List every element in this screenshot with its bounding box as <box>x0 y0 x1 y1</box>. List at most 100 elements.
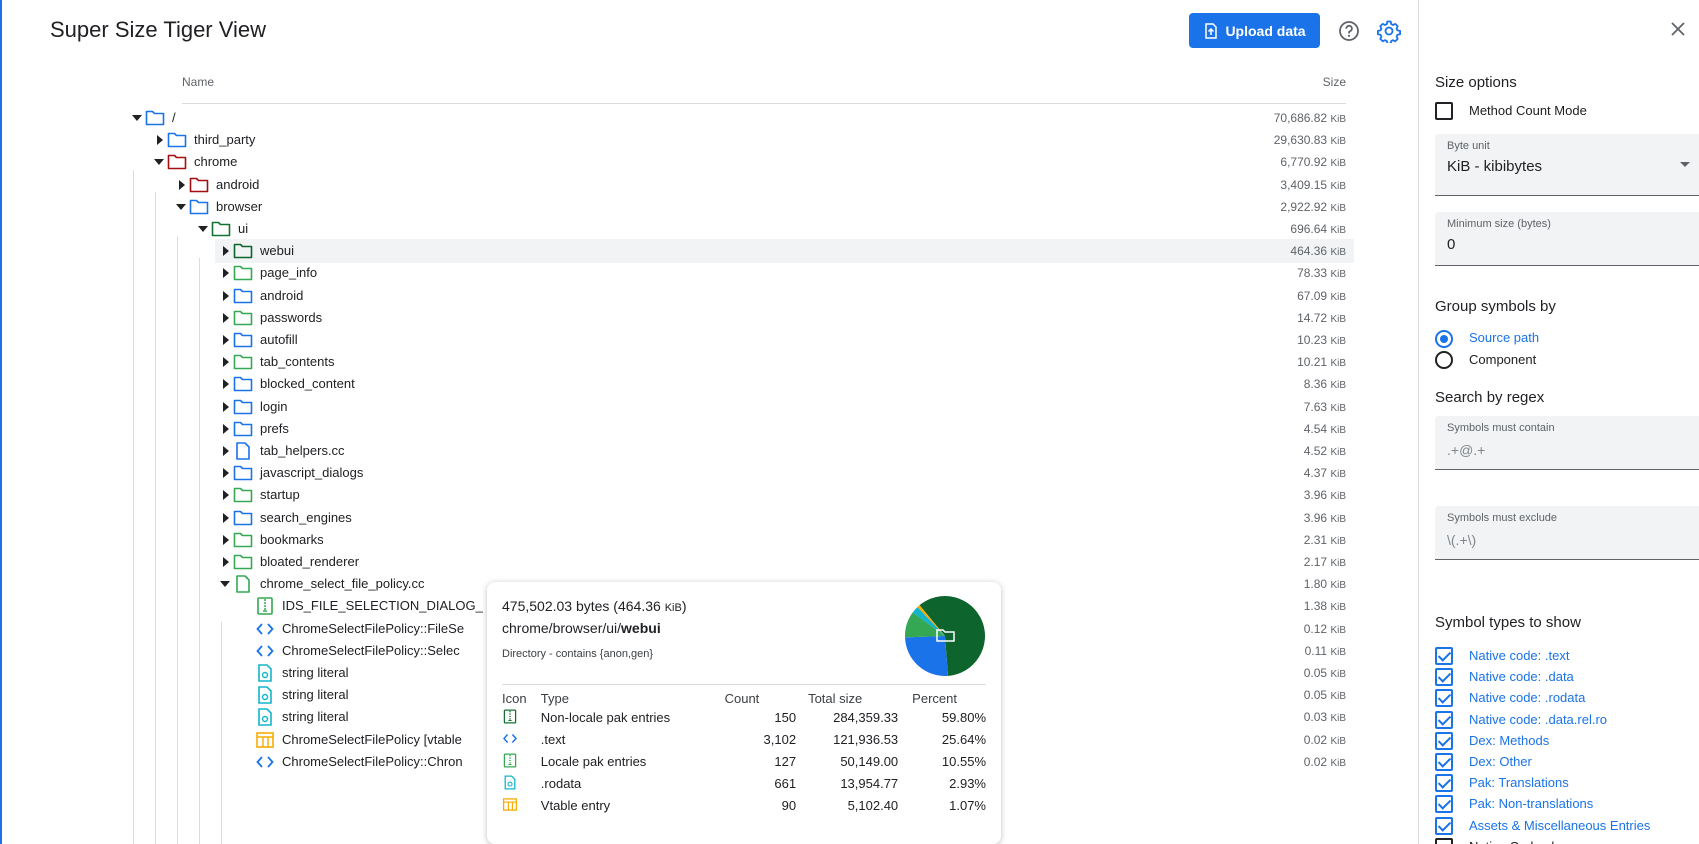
symbol-type-checkbox[interactable] <box>1435 795 1453 814</box>
tree-row[interactable]: page_info 78.33 KiB <box>2 261 1354 285</box>
tree-row-label: bloated_renderer <box>260 554 360 569</box>
details-cell-total: 13,954.77 <box>840 776 899 791</box>
options-panel: Size options Method Count Mode Byte unit… <box>1418 0 1699 844</box>
expand-right-icon[interactable] <box>223 401 229 412</box>
tree-row-label: browser <box>216 198 263 214</box>
tree-row[interactable]: tab_helpers.cc 4.52 KiB <box>2 439 1354 463</box>
expand-down-icon[interactable] <box>220 581 230 588</box>
tree-row[interactable]: third_party 29,630.83 KiB <box>2 128 1354 152</box>
size-column-header[interactable]: Size <box>1323 75 1346 89</box>
byte-unit-select[interactable]: Byte unit KiB - kibibytes <box>1435 134 1699 196</box>
expand-right-icon[interactable] <box>223 312 229 323</box>
tree-guide-line <box>221 622 222 844</box>
tree-row-size: 4.37 KiB <box>1303 466 1346 481</box>
symbol-type-checkbox[interactable] <box>1435 731 1453 750</box>
expand-down-icon[interactable] <box>198 226 208 232</box>
tree-row-label: chrome_select_file_policy.cc <box>260 576 425 592</box>
folder-icon <box>167 155 187 170</box>
symbol-type-checkbox[interactable] <box>1435 689 1453 708</box>
folder-icon <box>233 243 253 259</box>
expand-right-icon[interactable] <box>223 379 229 390</box>
expand-right-icon[interactable] <box>223 490 229 501</box>
tree-row[interactable]: chrome 6,770.92 KiB <box>2 150 1354 174</box>
symbol-type-checkbox[interactable] <box>1435 668 1453 687</box>
symbol-type-checkbox[interactable] <box>1435 710 1453 729</box>
expand-right-icon[interactable] <box>223 446 229 456</box>
tree-row[interactable]: startup 3.96 KiB <box>2 483 1354 507</box>
tree-row[interactable]: android 3,409.15 KiB <box>2 173 1354 197</box>
expand-right-icon[interactable] <box>223 246 229 257</box>
symbol-type-label[interactable]: Native code: .rodata <box>1469 690 1585 705</box>
tree-row[interactable]: search_engines 3.96 KiB <box>2 506 1354 530</box>
folder-icon <box>233 554 253 570</box>
tree-row[interactable]: ui 696.64 KiB <box>2 217 1354 241</box>
tree-row[interactable]: tab_contents 10.21 KiB <box>2 350 1354 374</box>
expand-right-icon[interactable] <box>223 557 229 567</box>
expand-down-icon[interactable] <box>132 115 142 121</box>
tree-row[interactable]: bloated_renderer 2.17 KiB <box>2 550 1354 574</box>
tree-row[interactable]: blocked_content 8.36 KiB <box>2 372 1354 396</box>
details-table-row: Vtable entry 90 5,102.40 1.07% <box>502 795 986 817</box>
tree-row[interactable]: browser 2,922.92 KiB <box>2 195 1354 219</box>
expand-right-icon[interactable] <box>223 335 229 345</box>
expand-right-icon[interactable] <box>223 290 229 301</box>
app-header: Super Size Tiger View Upload data <box>2 0 1418 60</box>
symbol-type-checkbox[interactable] <box>1435 774 1453 793</box>
symbol-type-checkbox[interactable] <box>1435 753 1453 771</box>
expand-right-icon[interactable] <box>223 534 229 545</box>
symbol-type-label[interactable]: Pak: Translations <box>1469 775 1569 790</box>
source-path-radio[interactable] <box>1435 330 1453 348</box>
symbol-type-checkbox[interactable] <box>1435 647 1453 665</box>
expand-right-icon[interactable] <box>223 512 229 523</box>
tree-row[interactable]: bookmarks 2.31 KiB <box>2 528 1354 552</box>
string-icon <box>258 664 272 682</box>
component-radio[interactable] <box>1435 351 1453 369</box>
tree-row[interactable]: prefs 4.54 KiB <box>2 417 1354 441</box>
string-icon <box>504 774 516 790</box>
tree-row[interactable]: autofill 10.23 KiB <box>2 328 1354 352</box>
tree-row-size: 1.80 KiB <box>1303 577 1346 592</box>
upload-data-button[interactable]: Upload data <box>1189 13 1320 48</box>
source-path-label[interactable]: Source path <box>1469 330 1539 345</box>
expand-down-icon[interactable] <box>176 203 186 210</box>
help-icon[interactable] <box>1338 20 1360 42</box>
tree-row[interactable]: login 7.63 KiB <box>2 395 1354 419</box>
expand-right-icon[interactable] <box>223 423 229 434</box>
minimum-size-field[interactable]: Minimum size (bytes) 0 <box>1435 212 1699 266</box>
close-icon[interactable] <box>1669 20 1687 38</box>
method-count-label[interactable]: Method Count Mode <box>1469 103 1587 118</box>
tree-row[interactable]: javascript_dialogs 4.37 KiB <box>2 461 1354 485</box>
expand-right-icon[interactable] <box>223 268 229 279</box>
size-options-heading: Size options <box>1435 74 1517 91</box>
symbol-type-label[interactable]: Dex: Methods <box>1469 733 1549 748</box>
symbol-type-checkbox[interactable] <box>1435 837 1453 844</box>
component-label[interactable]: Component <box>1469 352 1536 367</box>
expand-down-icon[interactable] <box>154 159 164 166</box>
tree-row[interactable]: webui 464.36 KiB <box>215 239 1354 264</box>
expand-right-icon[interactable] <box>223 468 229 479</box>
folder-icon <box>233 310 253 326</box>
tree-row[interactable]: passwords 14.72 KiB <box>2 306 1354 330</box>
tree-row[interactable]: / 70,686.82 KiB <box>2 106 1354 130</box>
gear-icon[interactable] <box>1377 19 1401 43</box>
symbol-type-label[interactable]: Assets & Miscellaneous Entries <box>1469 818 1650 833</box>
tree-row-label: login <box>260 398 288 414</box>
expand-right-icon[interactable] <box>179 179 185 190</box>
symbols-exclude-field[interactable]: Symbols must exclude \(.+\) <box>1435 506 1699 560</box>
method-count-checkbox[interactable] <box>1435 102 1453 120</box>
expand-right-icon[interactable] <box>223 357 229 368</box>
tree-row-label: ChromeSelectFilePolicy::FileSe <box>282 620 465 636</box>
tree-row[interactable]: android 67.09 KiB <box>2 284 1354 308</box>
symbol-type-label[interactable]: Native code: .data <box>1469 669 1574 684</box>
symbols-contain-field[interactable]: Symbols must contain .+@.+ <box>1435 416 1699 470</box>
details-cell-percent: 2.93% <box>949 776 986 791</box>
expand-right-icon[interactable] <box>157 135 163 146</box>
name-column-header[interactable]: Name <box>182 75 214 89</box>
symbol-type-label[interactable]: Native code: .data.rel.ro <box>1469 712 1607 727</box>
symbol-type-checkbox[interactable] <box>1435 816 1453 835</box>
dropdown-caret-icon <box>1680 162 1690 167</box>
symbol-type-label[interactable]: Pak: Non-translations <box>1469 796 1593 811</box>
symbol-type-label[interactable]: Native code: .text <box>1469 648 1569 663</box>
symbol-type-label[interactable]: Native Code: .bss <box>1469 839 1572 844</box>
symbol-type-label[interactable]: Dex: Other <box>1469 754 1532 769</box>
